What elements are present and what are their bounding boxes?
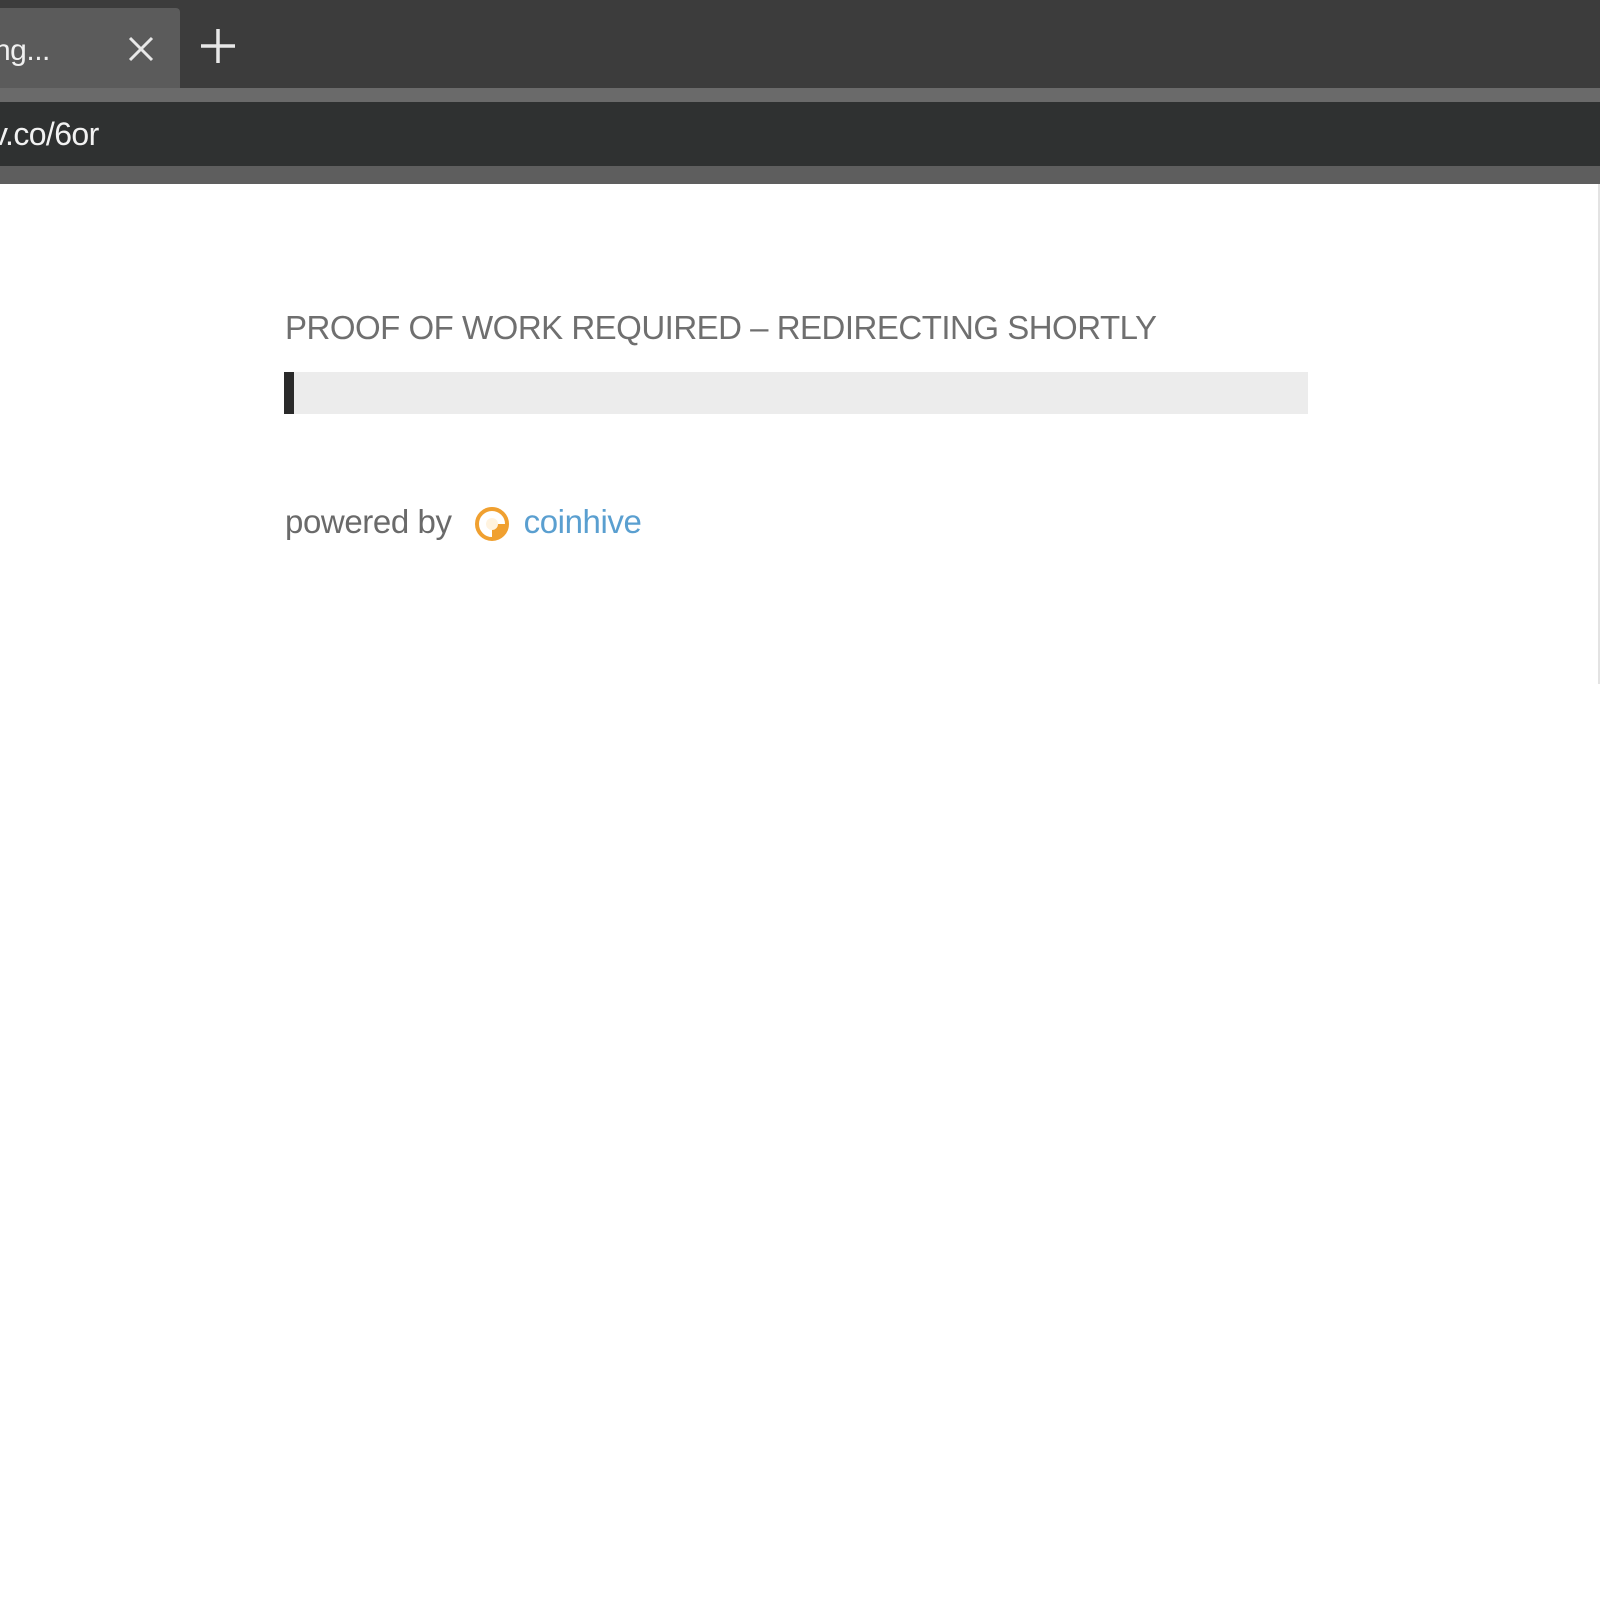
powered-by-label: powered by	[285, 503, 452, 540]
plus-icon[interactable]	[198, 26, 238, 66]
coinhive-logo-icon	[474, 507, 509, 541]
progress-bar-fill	[284, 372, 294, 414]
tab-bar-divider	[0, 88, 1600, 102]
coinhive-link[interactable]: coinhive	[524, 503, 642, 541]
url-text[interactable]: v.co/6or	[0, 116, 99, 153]
tab-bar: ng...	[0, 0, 1600, 88]
address-bar[interactable]: v.co/6or	[0, 102, 1600, 166]
progress-bar	[284, 372, 1308, 414]
browser-window: ng... v.co/6or PROOF OF WORK REQUIRED – …	[0, 0, 1600, 1600]
powered-by-row: powered by coinhive	[285, 500, 642, 544]
toolbar-divider	[0, 166, 1600, 184]
active-tab[interactable]: ng...	[0, 8, 180, 88]
page-heading: PROOF OF WORK REQUIRED – REDIRECTING SHO…	[285, 309, 1157, 346]
close-icon[interactable]	[126, 34, 156, 64]
tab-title: ng...	[0, 34, 50, 67]
